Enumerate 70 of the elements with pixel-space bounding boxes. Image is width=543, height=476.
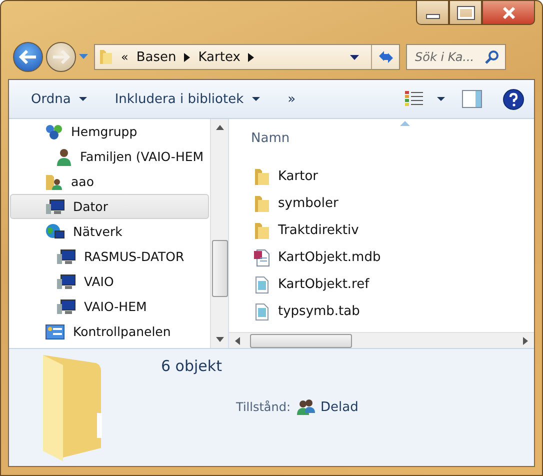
sidebar-item[interactable]: VAIO-HEM: [10, 294, 209, 319]
file-icon: [254, 302, 270, 320]
control-panel-icon: [45, 324, 65, 340]
forward-arrow-icon: [52, 50, 70, 64]
file-item[interactable]: Traktdirektiv: [229, 217, 534, 244]
file-item[interactable]: typsymb.tab: [229, 298, 534, 325]
sidebar-item[interactable]: Kontrollpanelen: [10, 319, 209, 344]
scroll-right-icon[interactable]: [523, 336, 528, 344]
state-label: Tillstånd:: [236, 400, 291, 414]
folder-icon: [254, 168, 270, 186]
folder-icon: [254, 222, 270, 240]
maximize-button[interactable]: [449, 1, 482, 25]
toolbar-button[interactable]: Inkludera i bibliotek: [106, 88, 268, 110]
database-file-icon: [254, 248, 270, 266]
computer-icon: [56, 248, 76, 264]
breadcrumb[interactable]: Kartex: [198, 50, 240, 64]
vertical-scrollbar[interactable]: [210, 119, 228, 348]
file-item[interactable]: symboler: [229, 190, 534, 217]
chevron-right-icon[interactable]: [248, 52, 254, 62]
sidebar-item[interactable]: VAIO: [10, 269, 209, 294]
folder-icon: [99, 49, 113, 65]
scroll-thumb[interactable]: [212, 240, 228, 297]
close-icon: [502, 6, 516, 18]
close-button[interactable]: [482, 1, 535, 25]
toolbar-button[interactable]: Ordna: [23, 88, 95, 110]
chevron-right-icon[interactable]: [184, 52, 190, 62]
folder-icon: [254, 194, 270, 212]
file-item[interactable]: KartObjekt.ref: [229, 271, 534, 298]
scroll-up-icon[interactable]: [216, 125, 224, 130]
breadcrumb[interactable]: Basen: [136, 50, 176, 64]
file-item[interactable]: Kartor: [229, 163, 534, 190]
item-count: 6 objekt: [161, 357, 223, 375]
sidebar-item[interactable]: Dator: [10, 194, 209, 219]
sidebar-item[interactable]: Nätverk: [10, 219, 209, 244]
forward-button[interactable]: [46, 42, 76, 72]
caret-icon[interactable]: [350, 54, 359, 60]
user-folder-icon: [45, 172, 63, 190]
help-icon[interactable]: [503, 88, 524, 110]
sidebar-item[interactable]: aao: [10, 169, 209, 194]
horizontal-scrollbar[interactable]: [229, 332, 534, 348]
computer-icon: [56, 274, 76, 290]
scroll-left-icon[interactable]: [235, 336, 240, 344]
computer-icon: [56, 298, 76, 314]
search-icon[interactable]: [485, 50, 499, 64]
breadcrumb-overflow[interactable]: «: [121, 50, 128, 64]
more-button[interactable]: »: [280, 88, 304, 110]
refresh-icon: [376, 50, 394, 64]
preview-pane-button[interactable]: [461, 88, 483, 110]
users-icon: [296, 399, 315, 415]
address-bar[interactable]: « Basen Kartex: [94, 44, 400, 70]
column-header[interactable]: Namn: [251, 130, 290, 146]
search-field[interactable]: Sök i Ka...: [406, 44, 506, 70]
state-value: Delad: [320, 400, 358, 414]
file-item[interactable]: KartObjekt.mdb: [229, 244, 534, 271]
user-icon: [56, 148, 72, 166]
file-icon: [254, 276, 270, 294]
computer-icon: [45, 198, 65, 214]
sidebar-item[interactable]: Hemgrupp: [10, 119, 209, 144]
sidebar-item[interactable]: RASMUS-DATOR: [10, 244, 209, 269]
minimize-button[interactable]: [416, 1, 449, 25]
scroll-down-icon[interactable]: [216, 337, 224, 342]
back-button[interactable]: [13, 42, 43, 72]
scroll-thumb[interactable]: [250, 334, 352, 348]
caret-icon[interactable]: [437, 97, 445, 101]
sidebar-item[interactable]: Familjen (VAIO-HEM: [10, 144, 209, 169]
homegroup-icon: [45, 124, 63, 140]
network-globe-icon: [45, 222, 65, 240]
sort-arrow-icon: [400, 121, 410, 126]
back-arrow-icon: [19, 50, 37, 64]
view-list-icon[interactable]: [405, 91, 423, 107]
